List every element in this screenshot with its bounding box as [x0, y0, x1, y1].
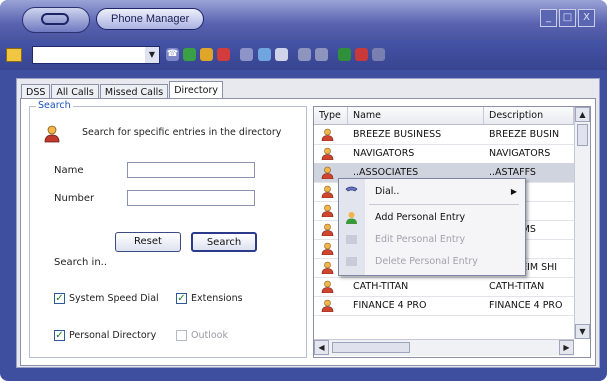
flag-icon[interactable]	[217, 48, 230, 61]
submenu-arrow-icon: ▶	[510, 187, 517, 196]
row-name-cell: CATH-TITAN	[353, 281, 409, 292]
toolbar: ▼ ☎	[0, 40, 607, 70]
contact-type-icon	[321, 242, 334, 255]
window-controls: _ □ X	[540, 9, 595, 27]
option-system-speed-dial[interactable]: ✓ System Speed Dial	[54, 293, 159, 304]
row-description-cell: NAVIGATORS	[489, 148, 551, 159]
contact-type-icon	[321, 299, 334, 312]
person-search-icon	[44, 125, 60, 143]
people-icon[interactable]	[298, 48, 311, 61]
row-name-cell: BREEZE BUSINESS	[353, 129, 442, 140]
context-menu: Dial.. ▶ Add Personal Entry Edit Persona…	[338, 178, 526, 276]
close-button[interactable]: X	[578, 9, 595, 27]
phone-icon	[345, 186, 358, 192]
checkbox-checked-icon[interactable]: ✓	[54, 330, 65, 341]
search-button[interactable]: Search	[191, 232, 257, 252]
note-icon[interactable]	[200, 48, 213, 61]
menu-separator	[369, 204, 519, 205]
name-field[interactable]	[127, 162, 255, 178]
contact-type-icon	[321, 223, 334, 236]
number-field[interactable]	[127, 190, 255, 206]
reset-button[interactable]: Reset	[115, 232, 181, 252]
row-type-cell	[314, 296, 348, 315]
title-bar: Phone Manager _ □ X	[0, 0, 607, 40]
search-in-label: Search in..	[54, 257, 108, 268]
scroll-down-icon[interactable]: ▼	[575, 324, 590, 339]
scroll-right-icon[interactable]: ▶	[559, 340, 574, 355]
row-type-cell	[314, 144, 348, 163]
window-title: Phone Manager	[96, 8, 205, 30]
table-row[interactable]: CATH-TITAN CATH-TITAN	[314, 277, 574, 297]
tab-strip: DSS All Calls Missed Calls Directory	[21, 81, 224, 100]
edit-icon	[346, 235, 357, 244]
save-icon[interactable]	[275, 48, 288, 61]
people-icon[interactable]	[315, 48, 328, 61]
menu-item-add-personal-entry[interactable]: Add Personal Entry	[339, 208, 525, 227]
list-icon[interactable]	[240, 48, 253, 61]
record-icon[interactable]	[338, 48, 351, 61]
column-description[interactable]: Description	[484, 107, 574, 124]
column-name[interactable]: Name	[348, 107, 484, 124]
scroll-left-icon[interactable]: ◀	[314, 340, 329, 355]
contact-type-icon	[321, 166, 334, 179]
contact-type-icon	[321, 204, 334, 217]
delete-icon	[346, 257, 357, 266]
table-row[interactable]: FINANCE 4 PRO FINANCE 4 PRO	[314, 296, 574, 316]
chevron-down-icon[interactable]: ▼	[145, 47, 159, 63]
scroll-thumb[interactable]	[577, 124, 588, 146]
contact-type-icon	[321, 128, 334, 141]
checkbox-checked-icon[interactable]: ✓	[54, 293, 65, 304]
checkbox-empty-icon	[176, 330, 187, 341]
phone-icon[interactable]: ☎	[166, 48, 179, 61]
scroll-up-icon[interactable]: ▲	[575, 107, 590, 122]
list-header: Type Name Description	[314, 107, 574, 125]
column-type[interactable]: Type	[314, 107, 348, 124]
table-row[interactable]: NAVIGATORS NAVIGATORS	[314, 144, 574, 164]
option-personal-directory[interactable]: ✓ Personal Directory	[54, 330, 156, 341]
row-name-cell: FINANCE 4 PRO	[353, 300, 427, 311]
screen-icon[interactable]	[258, 48, 271, 61]
row-description-cell: FINANCE 4 PRO	[489, 300, 563, 311]
checkbox-checked-icon[interactable]: ✓	[176, 293, 187, 304]
horizontal-scrollbar[interactable]: ◀ ▶	[314, 339, 574, 356]
option-extensions[interactable]: ✓ Extensions	[176, 293, 243, 304]
contact-type-icon	[321, 261, 334, 274]
app-logo	[22, 7, 90, 33]
contact-type-icon	[321, 185, 334, 198]
scroll-thumb[interactable]	[332, 342, 410, 353]
person-icon[interactable]	[372, 48, 385, 61]
alert-icon[interactable]	[355, 48, 368, 61]
row-type-cell	[314, 125, 348, 144]
menu-item-edit-personal-entry: Edit Personal Entry	[339, 230, 525, 249]
name-label: Name	[54, 165, 84, 176]
phone-manager-window: Phone Manager _ □ X ▼ ☎ DSS All Calls Mi…	[0, 0, 607, 381]
menu-item-delete-personal-entry: Delete Personal Entry	[339, 252, 525, 271]
contact-type-icon	[321, 147, 334, 160]
folder-icon[interactable]	[6, 48, 22, 62]
search-group-label: Search	[36, 100, 73, 111]
number-label: Number	[54, 193, 95, 204]
minimize-button[interactable]: _	[540, 9, 557, 27]
maximize-button[interactable]: □	[559, 9, 576, 27]
row-name-cell: NAVIGATORS	[353, 148, 415, 159]
globe-icon[interactable]	[183, 48, 196, 61]
row-description-cell: CATH-TITAN	[489, 281, 545, 292]
person-add-icon	[346, 212, 357, 224]
search-group: Search Search for specific entries in th…	[29, 100, 307, 358]
contact-type-icon	[321, 280, 334, 293]
vertical-scrollbar[interactable]: ▲ ▼	[574, 107, 590, 339]
row-type-cell	[314, 277, 348, 296]
row-description-cell: BREEZE BUSIN	[489, 129, 560, 140]
search-hint: Search for specific entries in the direc…	[82, 127, 282, 138]
dial-combo[interactable]: ▼	[32, 46, 160, 64]
option-outlook: Outlook	[176, 330, 228, 341]
table-row[interactable]: BREEZE BUSINESS BREEZE BUSIN	[314, 125, 574, 145]
menu-item-dial[interactable]: Dial.. ▶	[339, 182, 525, 201]
